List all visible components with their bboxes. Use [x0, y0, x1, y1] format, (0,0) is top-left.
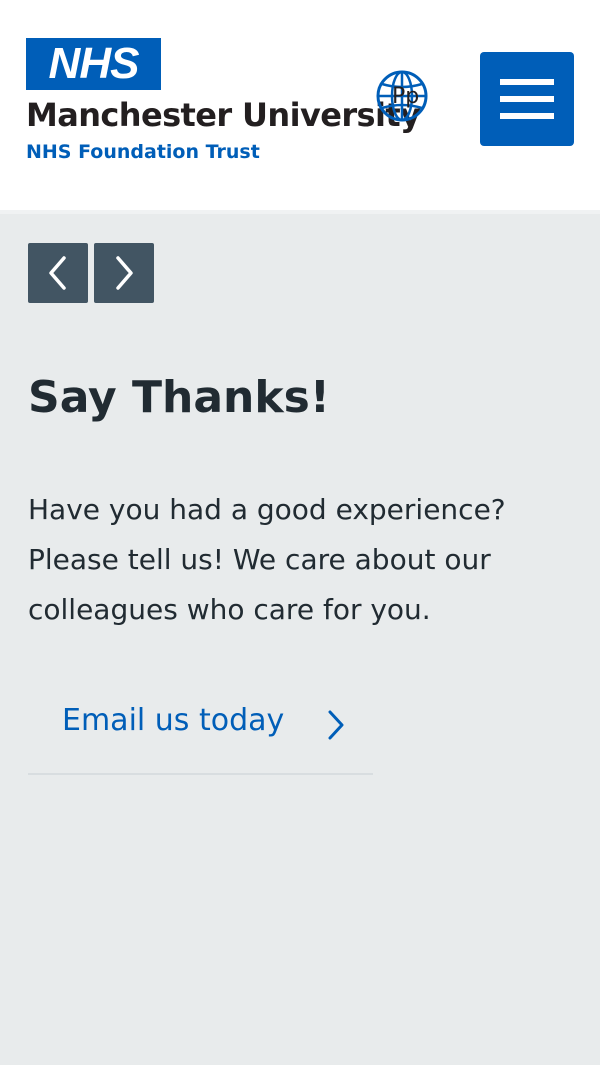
site-header: NHS Manchester University NHS Foundation… — [0, 0, 600, 210]
nhs-logo-text: NHS — [48, 39, 140, 88]
org-name[interactable]: Manchester University — [26, 97, 421, 133]
email-us-link[interactable]: Email us today — [28, 685, 373, 775]
hamburger-icon-bar-bottom — [500, 113, 554, 119]
hamburger-icon-bar-top — [500, 79, 554, 85]
carousel-next-button[interactable] — [94, 243, 154, 303]
body-text: Have you had a good experience? Please t… — [28, 493, 506, 626]
menu-button[interactable] — [480, 52, 574, 146]
chevron-left-icon — [49, 256, 66, 290]
hamburger-icon-bar-middle — [500, 96, 554, 102]
chevron-right-icon — [328, 710, 344, 740]
translate-button[interactable]: Рр — [376, 70, 428, 122]
chevron-right-icon — [116, 256, 133, 290]
translate-label: Рр — [392, 84, 420, 109]
nhs-logo[interactable]: NHS — [26, 38, 161, 90]
header-divider — [0, 210, 600, 214]
page-title: Say Thanks! — [28, 372, 330, 423]
email-us-label: Email us today — [62, 703, 285, 738]
org-subtitle[interactable]: NHS Foundation Trust — [26, 142, 260, 163]
carousel-prev-button[interactable] — [28, 243, 88, 303]
